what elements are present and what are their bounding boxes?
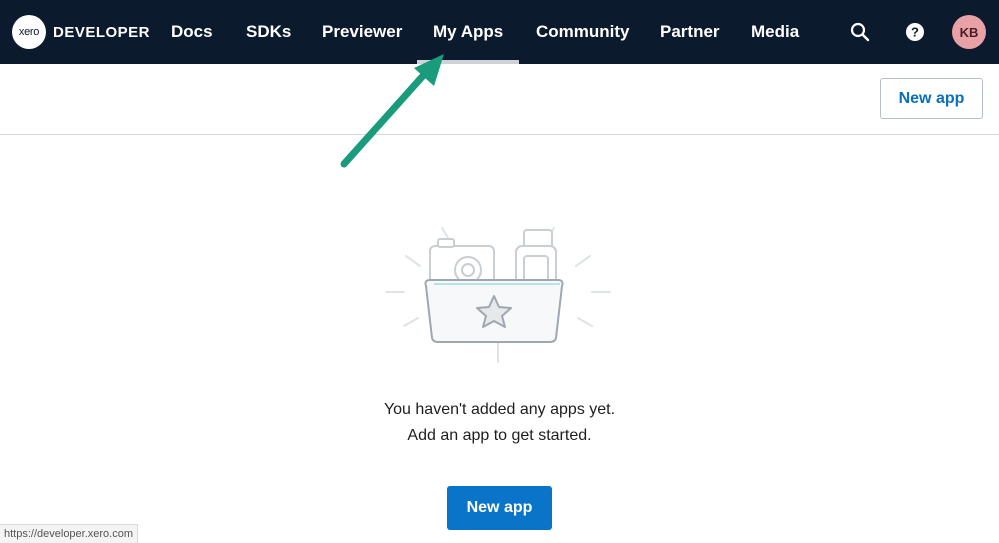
xero-developer-logo[interactable]: xero DEVELOPER	[12, 15, 150, 49]
nav-item-previewer[interactable]: Previewer	[322, 0, 402, 64]
nav-item-sdks[interactable]: SDKs	[246, 0, 291, 64]
top-navigation-bar: xero DEVELOPER Docs SDKs Previewer My Ap…	[0, 0, 999, 64]
user-avatar[interactable]: KB	[952, 15, 986, 49]
nav-item-partner[interactable]: Partner	[660, 0, 720, 64]
nav-item-media[interactable]: Media	[751, 0, 799, 64]
nav-item-docs[interactable]: Docs	[171, 0, 213, 64]
search-icon[interactable]	[847, 19, 873, 45]
empty-apps-basket-illustration	[385, 227, 611, 363]
help-icon[interactable]: ?	[902, 19, 928, 45]
empty-state-message: You haven't added any apps yet.	[383, 401, 616, 418]
nav-item-community[interactable]: Community	[536, 0, 630, 64]
svg-text:?: ?	[911, 25, 919, 40]
logo-text: DEVELOPER	[53, 23, 151, 41]
new-app-button-header[interactable]: New app	[880, 78, 983, 119]
empty-state-hint: Add an app to get started.	[407, 427, 592, 444]
browser-status-url: https://developer.xero.com	[0, 524, 139, 543]
xero-logo-icon: xero	[12, 15, 46, 49]
page-toolbar: New app	[0, 64, 999, 135]
nav-item-my-apps[interactable]: My Apps	[433, 0, 503, 64]
new-app-button-primary[interactable]: New app	[447, 486, 552, 530]
